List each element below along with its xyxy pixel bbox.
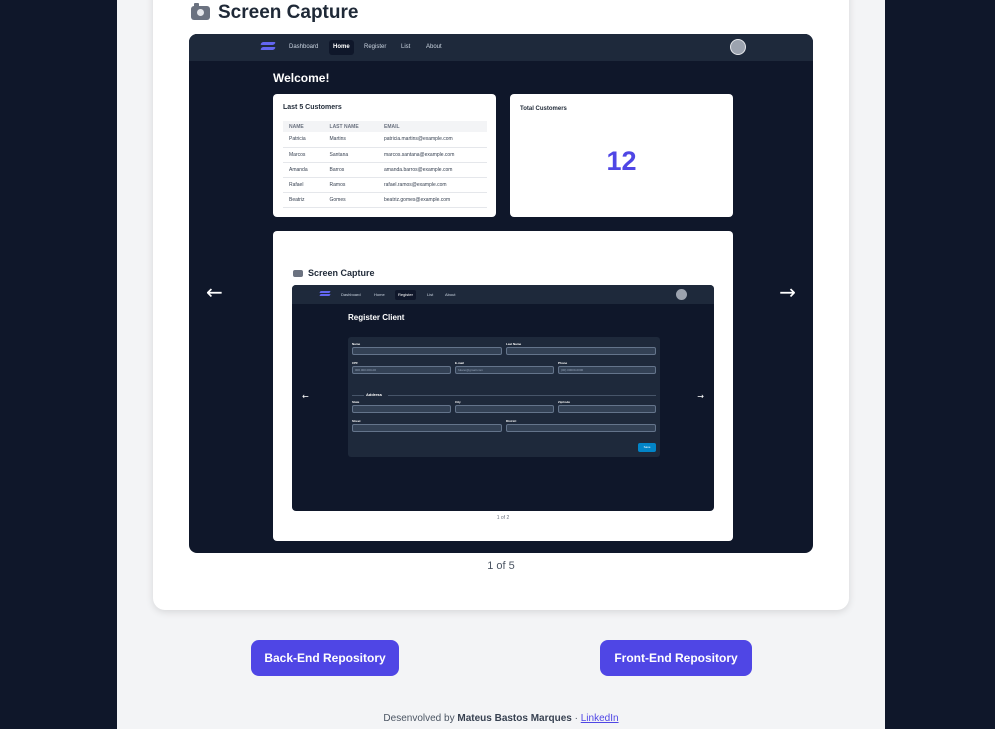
nav-dashboard: Dashboard <box>289 44 319 50</box>
app-navbar: Dashboard Home Register List About <box>189 34 813 61</box>
camera-icon <box>191 3 210 20</box>
customers-table: NAME LAST NAME EMAIL Patricia Martins pa… <box>283 121 487 208</box>
address-legend: Address <box>366 392 383 397</box>
footer-prefix: Desenvolved by <box>383 713 455 724</box>
nested-section-title: Screen Capture <box>293 268 375 278</box>
district-label: District <box>506 419 517 423</box>
nested-navbar: Dashboard Home Register List About <box>292 285 714 304</box>
back-end-repository-button[interactable]: Back-End Repository <box>251 640 399 676</box>
cell-name: Beatriz <box>283 192 324 208</box>
name-field <box>352 347 502 355</box>
welcome-heading: Welcome! <box>273 71 330 85</box>
cpf-label: CPF <box>352 361 358 365</box>
register-heading: Register Client <box>348 313 405 322</box>
street-label: Street <box>352 419 361 423</box>
city-field <box>455 405 554 413</box>
cell-last-name: Santana <box>323 147 378 163</box>
nested-next-arrow-icon: → <box>697 392 704 401</box>
total-customers-value: 12 <box>606 146 637 176</box>
cell-last-name: Barros <box>323 162 378 178</box>
nested-prev-arrow-icon: ← <box>302 392 309 401</box>
table-row: Marcos Santana marcos.santana@example.co… <box>283 147 487 163</box>
table-row: Patricia Martins patricia.martins@exampl… <box>283 132 487 148</box>
prev-slide-button[interactable]: ← <box>206 280 223 304</box>
column-header: EMAIL <box>377 121 487 132</box>
app-logo-icon <box>260 42 276 52</box>
app-logo-icon <box>319 291 331 298</box>
linkedin-link[interactable]: LinkedIn <box>581 713 619 724</box>
total-customers-panel: Total Customers 12 <box>510 94 733 217</box>
avatar <box>730 39 746 55</box>
nested-capture-panel: Screen Capture Dashboard Home Register L… <box>273 231 733 541</box>
nav-list: List <box>401 44 411 50</box>
cell-email: beatriz.gomes@example.com <box>377 192 487 208</box>
camera-icon <box>293 269 303 277</box>
column-header: LAST NAME <box>323 121 378 132</box>
total-customers-title: Total Customers <box>520 106 567 112</box>
city-label: City <box>455 400 461 404</box>
street-field <box>352 424 502 432</box>
slide-counter: 1 of 5 <box>487 560 515 572</box>
next-slide-button[interactable]: → <box>779 280 796 304</box>
nested-nav-about: About <box>445 292 456 297</box>
register-form: Name Last Name CPF 000.000.000-00 E-mail… <box>348 337 660 457</box>
nav-home: Home <box>329 40 354 55</box>
cell-last-name: Ramos <box>323 177 378 193</box>
cell-name: Patricia <box>283 132 324 148</box>
cell-email: patricia.martins@example.com <box>377 132 487 148</box>
zipcode-field <box>558 405 656 413</box>
email-field: fulano@gmail.com <box>455 366 554 374</box>
name-label: Name <box>352 342 361 346</box>
address-divider <box>388 395 656 396</box>
cell-email: rafael.ramos@example.com <box>377 177 487 193</box>
cell-name: Rafael <box>283 177 324 193</box>
email-label: E-mail <box>455 361 465 365</box>
nested-nav-list: List <box>427 292 434 297</box>
district-field <box>506 424 656 432</box>
nested-nav-register: Register <box>395 290 416 300</box>
cpf-field: 000.000.000-00 <box>352 366 451 374</box>
nested-section-title-text: Screen Capture <box>308 268 375 278</box>
nested-nav-home: Home <box>374 292 385 297</box>
state-label: State <box>352 400 360 404</box>
cell-last-name: Gomes <box>323 192 378 208</box>
last-name-field <box>506 347 656 355</box>
column-header: NAME <box>283 121 324 132</box>
state-field <box>352 405 451 413</box>
table-row: Rafael Ramos rafael.ramos@example.com <box>283 177 487 193</box>
nav-register: Register <box>364 44 387 50</box>
cell-name: Amanda <box>283 162 324 178</box>
zipcode-label: ZipCode <box>558 400 570 404</box>
nested-nav-dashboard: Dashboard <box>341 292 361 297</box>
address-divider <box>352 395 364 396</box>
nested-slide-counter: 1 of 2 <box>496 515 510 521</box>
cell-email: marcos.santana@example.com <box>377 147 487 163</box>
footer-author: Mateus Bastos Marques <box>457 713 572 724</box>
table-row: Amanda Barros amanda.barros@example.com <box>283 162 487 178</box>
section-title: Screen Capture <box>191 2 358 24</box>
phone-field: (00) 00000-0000 <box>558 366 656 374</box>
front-end-repository-button[interactable]: Front-End Repository <box>600 640 752 676</box>
footer-separator: · <box>574 713 578 724</box>
avatar <box>676 289 687 300</box>
cell-last-name: Martins <box>323 132 378 148</box>
last-name-label: Last Name <box>506 342 522 346</box>
last-customers-panel: Last 5 Customers NAME LAST NAME EMAIL Pa… <box>273 94 496 217</box>
cell-name: Marcos <box>283 147 324 163</box>
table-header-row: NAME LAST NAME EMAIL <box>283 121 487 132</box>
cell-email: amanda.barros@example.com <box>377 162 487 178</box>
phone-label: Phone <box>558 361 568 365</box>
screen-capture-card: Screen Capture Dashboard Home Register L… <box>153 0 849 610</box>
save-button: Save <box>638 443 656 452</box>
section-title-text: Screen Capture <box>218 2 359 23</box>
nav-about: About <box>426 44 442 50</box>
footer: Desenvolved by Mateus Bastos Marques · L… <box>117 713 885 724</box>
screenshot-carousel: Dashboard Home Register List About Welco… <box>189 34 813 553</box>
page-container: Screen Capture Dashboard Home Register L… <box>117 0 885 729</box>
table-row: Beatriz Gomes beatriz.gomes@example.com <box>283 192 487 208</box>
last-customers-title: Last 5 Customers <box>283 104 342 111</box>
nested-carousel: Dashboard Home Register List About Regis… <box>292 285 714 511</box>
